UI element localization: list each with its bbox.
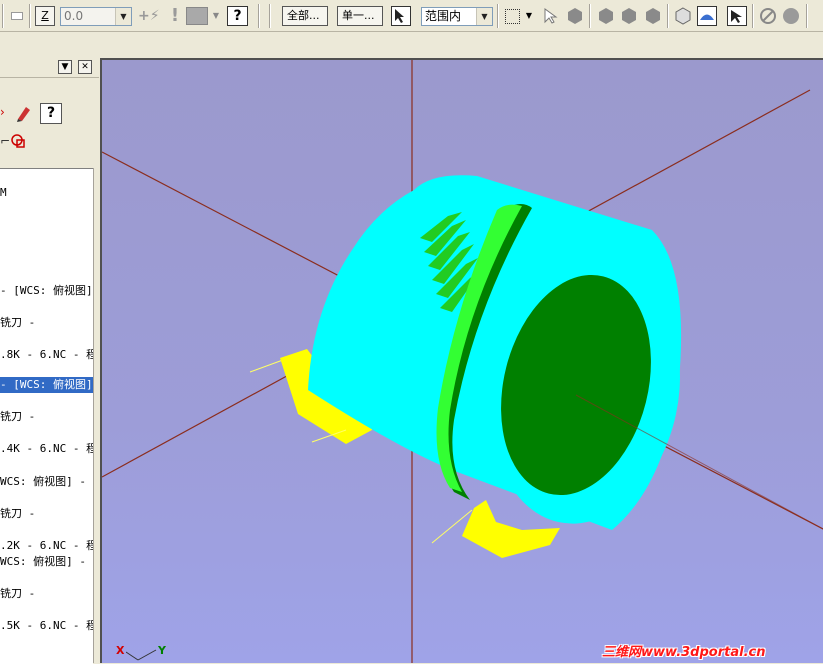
toolbar-separator (2, 4, 4, 28)
toolbar-separator (752, 4, 754, 28)
graphics-viewport[interactable]: X Y 三维网www.3dportal.cn (100, 58, 823, 663)
surface-select-icon[interactable] (697, 6, 717, 26)
selection-scope-value: 范围内 (425, 9, 462, 23)
operations-manager-panel: ▼ ✕ › ? ⌐ M - [WCS: 俯视图] 铣刀 - .8K - 6.NC… (0, 56, 100, 664)
toolbar-separator (269, 4, 271, 28)
part-model-drawing (102, 60, 823, 663)
alert-icon[interactable]: ! (166, 7, 184, 25)
tree-row[interactable]: M (0, 185, 93, 201)
tree-row[interactable]: .8K - 6.NC - 程序 (0, 347, 93, 363)
tree-row[interactable]: - [WCS: 俯视图] (0, 283, 93, 299)
main-toolbar: Z 0.0 ▼ +⚡ ! ▼ ? 全部... 单一... 范围内 ▼ ▼ (0, 0, 823, 32)
tree-scrollbar[interactable] (93, 168, 100, 663)
panel-header: ▼ ✕ (0, 56, 99, 78)
z-depth-button[interactable]: Z (35, 6, 55, 26)
operations-tree[interactable]: M - [WCS: 俯视图] 铣刀 - .8K - 6.NC - 程序 - [W… (0, 168, 93, 664)
panel-toolbar: › ? ⌐ (0, 100, 99, 160)
toolbar-separator (258, 4, 260, 28)
chevron-down-icon[interactable]: ▼ (115, 8, 131, 25)
tree-row[interactable]: 铣刀 - (0, 409, 93, 425)
arrow-right-icon[interactable]: › (0, 105, 5, 119)
selection-scope-combo[interactable]: 范围内 ▼ (421, 7, 493, 26)
tree-row[interactable]: WCS: 俯视图] - [ (0, 554, 93, 570)
solid-body-icon[interactable] (597, 7, 615, 25)
watermark-text: 三维网www.3dportal.cn (602, 645, 766, 660)
solid-edge-icon[interactable] (644, 7, 662, 25)
solid-face-icon[interactable] (620, 7, 638, 25)
chevron-down-icon[interactable]: ▼ (476, 8, 492, 25)
tree-row[interactable]: 铣刀 - (0, 315, 93, 331)
chevron-down-icon[interactable]: ▼ (524, 7, 534, 25)
tree-row[interactable]: 铣刀 - (0, 506, 93, 522)
z-depth-value: 0.0 (64, 9, 84, 23)
select-all-button[interactable]: 全部... (282, 6, 328, 26)
toolbar-separator (29, 4, 31, 28)
axis-triad-icon (126, 649, 157, 661)
axis-x-label: X (116, 644, 125, 657)
toolbar-separator (667, 4, 669, 28)
tree-row-selected[interactable]: - [WCS: 俯视图] (0, 377, 93, 393)
attributes-icon[interactable] (186, 7, 208, 25)
window-select-icon[interactable] (505, 9, 520, 24)
help-icon[interactable]: ? (227, 6, 248, 26)
toolbar-separator (497, 4, 499, 28)
autocursor-icon[interactable]: +⚡ (138, 7, 160, 25)
tree-row[interactable]: .4K - 6.NC - 程序 (0, 441, 93, 457)
toolbar-spacer (0, 32, 823, 56)
toolbar-separator (589, 4, 591, 28)
target-icon[interactable] (9, 132, 27, 150)
tree-row[interactable]: WCS: 俯视图] - [ (0, 474, 93, 490)
z-depth-combo[interactable]: 0.0 ▼ (60, 7, 132, 26)
tree-row[interactable]: 铣刀 - (0, 586, 93, 602)
panel-menu-button[interactable]: ▼ (58, 60, 72, 74)
grid-icon[interactable] (11, 12, 23, 20)
edit-pen-icon[interactable] (14, 104, 34, 122)
help-icon[interactable]: ? (40, 103, 62, 124)
tree-row[interactable]: .5K - 6.NC - 程序 (0, 618, 93, 634)
wireframe-icon[interactable] (674, 7, 692, 25)
toolbar-separator (806, 4, 808, 28)
solid-select-icon[interactable] (566, 7, 584, 25)
verify-select-icon[interactable] (542, 7, 560, 25)
selection-arrow-icon[interactable] (391, 6, 411, 26)
close-icon[interactable]: ✕ (78, 60, 92, 74)
tree-row[interactable]: .2K - 6.NC - 程序 (0, 538, 93, 554)
chain-select-icon[interactable] (727, 6, 747, 26)
chevron-down-icon[interactable]: ▼ (210, 7, 222, 25)
sphere-icon[interactable] (782, 7, 800, 25)
no-entry-icon[interactable] (759, 7, 777, 25)
select-single-button[interactable]: 单一... (337, 6, 383, 26)
